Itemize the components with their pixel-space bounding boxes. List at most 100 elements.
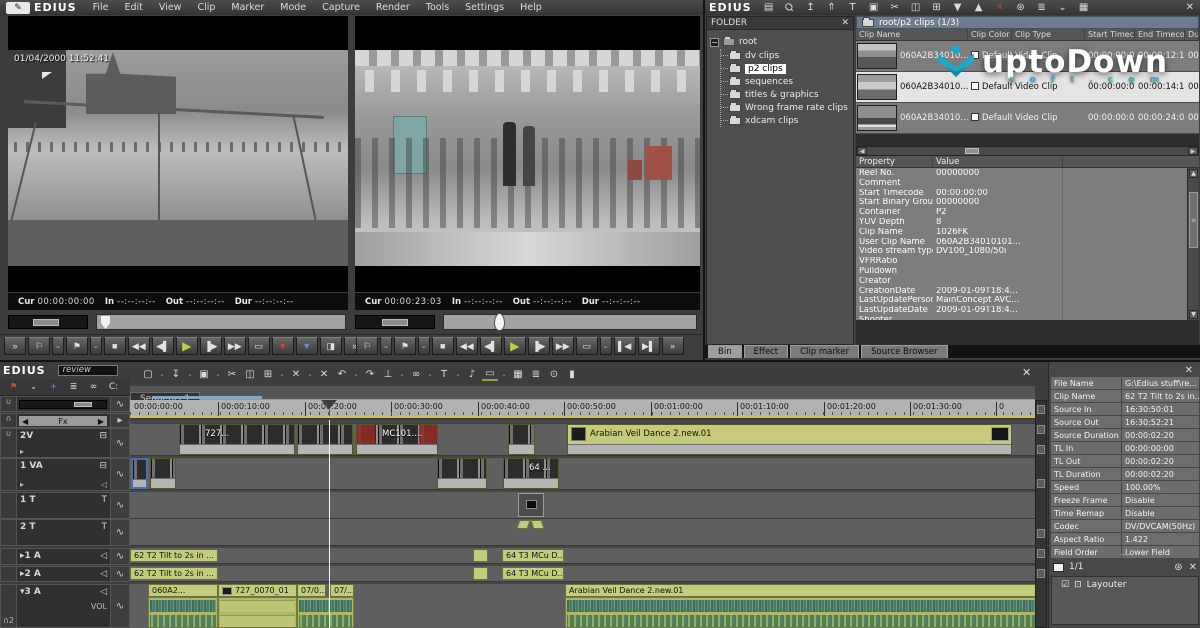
track-scroll-button[interactable]: [1037, 479, 1045, 488]
render-icon[interactable]: ▭: [482, 368, 498, 381]
clip-color-swatch[interactable]: [971, 113, 979, 121]
waveform-toggle-icon[interactable]: ∿: [110, 585, 129, 627]
folder-close-icon[interactable]: ✕: [841, 18, 849, 28]
video-clip[interactable]: [131, 458, 148, 489]
horizontal-scrollbar[interactable]: ◀ ▶: [856, 146, 1199, 156]
track-header-3a[interactable]: ∩2 ▾3 A◁VOL ∿: [0, 584, 130, 628]
loop-button[interactable]: ▭: [576, 337, 598, 355]
project-name-field[interactable]: review: [58, 365, 118, 376]
track-header-2t[interactable]: 2 TT ∿: [0, 519, 130, 546]
toolbox-icon[interactable]: ▦: [1075, 1, 1093, 15]
title-menu[interactable]: ⌄: [454, 371, 462, 378]
set-out-menu[interactable]: ⌄: [90, 337, 102, 355]
checkbox-checked-icon[interactable]: ☑: [1061, 580, 1069, 590]
remove-effect-icon[interactable]: ✕: [1189, 562, 1197, 573]
play-button[interactable]: ▶: [504, 337, 526, 355]
track-lane-1a[interactable]: 62 T2 Tilt to 2s in ...64 T3 MCu D...: [130, 548, 1035, 564]
match-frame-menu[interactable]: ⌄: [426, 371, 434, 378]
audio-clip[interactable]: [473, 549, 488, 562]
menu-item[interactable]: Mode: [272, 2, 314, 13]
bin-tab[interactable]: Source Browser: [861, 345, 947, 358]
column-header[interactable]: Start Timec...: [1085, 29, 1135, 40]
next-frame-button[interactable]: ▐▶: [200, 337, 222, 355]
track-header-2a[interactable]: ▸2 A◁ ∿: [0, 566, 130, 582]
prev-frame-button[interactable]: ◀▌: [480, 337, 502, 355]
timeline-close-icon[interactable]: ✕: [1022, 366, 1031, 379]
source-position-bar[interactable]: [96, 314, 346, 330]
column-header[interactable]: Clip Color: [968, 29, 1012, 40]
playhead-handle[interactable]: [321, 400, 337, 409]
loop-menu[interactable]: ⌄: [600, 337, 612, 355]
clip-row[interactable]: 060A2B34010... Default Video Clip 00:00:…: [856, 103, 1199, 134]
playhead-line[interactable]: [329, 420, 330, 628]
rewind-button[interactable]: ◀◀: [128, 337, 150, 355]
voiceover-icon[interactable]: ♪: [464, 369, 480, 380]
clip-row[interactable]: 060A2B34010... Default Video Clip 00:00:…: [856, 41, 1199, 72]
menu-item[interactable]: View: [151, 2, 190, 13]
paste-menu[interactable]: ⌄: [278, 371, 286, 378]
pan-icon[interactable]: ∩: [1, 414, 17, 427]
prev-frame-button[interactable]: ◀▌: [152, 337, 174, 355]
paste-icon[interactable]: ⊞: [928, 1, 946, 15]
goto-out-button[interactable]: ▶▌: [638, 337, 660, 355]
menu-item[interactable]: File: [85, 2, 117, 13]
set-in-menu[interactable]: ⌄: [52, 337, 64, 355]
track-header-2v[interactable]: ∪ 2V⊟▸ ∿: [0, 428, 130, 458]
add-cut-menu[interactable]: ⌄: [398, 371, 406, 378]
clip-color-swatch[interactable]: [971, 82, 979, 90]
track-scroll-button[interactable]: [1037, 549, 1045, 558]
audio-clip[interactable]: 64 T3 MCu D...: [502, 567, 564, 580]
cut-icon[interactable]: ✂: [886, 1, 904, 15]
speaker-icon[interactable]: ◁: [100, 587, 107, 597]
close-icon[interactable]: ✕: [1186, 2, 1194, 13]
goto-in-button[interactable]: ▌◀: [614, 337, 636, 355]
view-list-icon[interactable]: ≣: [1033, 1, 1051, 15]
video-clip[interactable]: 727...: [179, 424, 295, 455]
waveform-toggle-icon[interactable]: ∿: [110, 429, 129, 457]
video-clip[interactable]: [297, 424, 353, 455]
delete-icon[interactable]: ✕: [288, 369, 304, 380]
video-clip[interactable]: 64 ...: [503, 458, 559, 489]
loop-button[interactable]: ▭: [248, 337, 270, 355]
export-frame-button[interactable]: ◨: [320, 337, 342, 355]
sync-icon[interactable]: ⊙: [546, 369, 562, 380]
mute-group-icon[interactable]: ∪: [1, 429, 17, 457]
timeline-ruler[interactable]: 00:00:00:0000:00:10:0000:00:20:0000:00:3…: [130, 400, 1035, 418]
set-out-button[interactable]: ⚑: [394, 337, 416, 355]
close-icon[interactable]: ✕: [1185, 365, 1193, 376]
fx-next-icon[interactable]: ▶: [98, 417, 104, 426]
more-button[interactable]: »: [662, 337, 684, 355]
scrollbar-thumb[interactable]: [965, 148, 979, 154]
audio-waveform[interactable]: [148, 597, 218, 628]
video-clip[interactable]: [508, 424, 535, 455]
track-scroll-button[interactable]: [1037, 445, 1045, 454]
speaker-icon[interactable]: ◁: [100, 569, 107, 579]
audio-waveform[interactable]: [218, 597, 297, 628]
waveform-toggle-icon[interactable]: ▸: [110, 414, 129, 427]
undo-icon[interactable]: ↶: [334, 369, 350, 380]
clip-color-swatch[interactable]: [971, 51, 979, 59]
video-clip[interactable]: [437, 458, 487, 489]
column-header[interactable]: Dur...: [1185, 29, 1199, 40]
track-header-1va[interactable]: 1 VA⊟▸◁ ∿: [0, 458, 130, 491]
track-scroll-button[interactable]: [1037, 529, 1045, 538]
folder-item[interactable]: p2 clips: [721, 62, 850, 75]
stop-button[interactable]: ■: [432, 337, 454, 355]
ffwd-button[interactable]: ▶▶: [552, 337, 574, 355]
track-lane-3a[interactable]: 060A2... 727_0070_01 07/0... 07/...: [130, 584, 1035, 628]
set-in-button[interactable]: ⚐: [356, 337, 378, 355]
grid-icon[interactable]: ▦: [510, 369, 526, 380]
effect-row[interactable]: ☑ ⊡ Layouter: [1052, 577, 1198, 592]
column-header[interactable]: End Timeco...: [1135, 29, 1185, 40]
copy-icon[interactable]: ◫: [242, 369, 258, 380]
menu-item[interactable]: Clip: [189, 2, 223, 13]
folder-item[interactable]: sequences: [721, 75, 850, 88]
folder-item[interactable]: titles & graphics: [721, 88, 850, 101]
ripple-delete-icon[interactable]: ✕: [316, 369, 332, 380]
loop-icon[interactable]: ∞: [86, 382, 101, 392]
track-lane-1t[interactable]: [130, 492, 1035, 519]
audio-waveform[interactable]: [297, 597, 354, 628]
fx-selector[interactable]: ◀Fx▶: [19, 416, 107, 426]
track-lane-2a[interactable]: 62 T2 Tilt to 2s in ...64 T3 MCu D...: [130, 566, 1035, 582]
import-icon[interactable]: ⇑: [823, 1, 841, 15]
